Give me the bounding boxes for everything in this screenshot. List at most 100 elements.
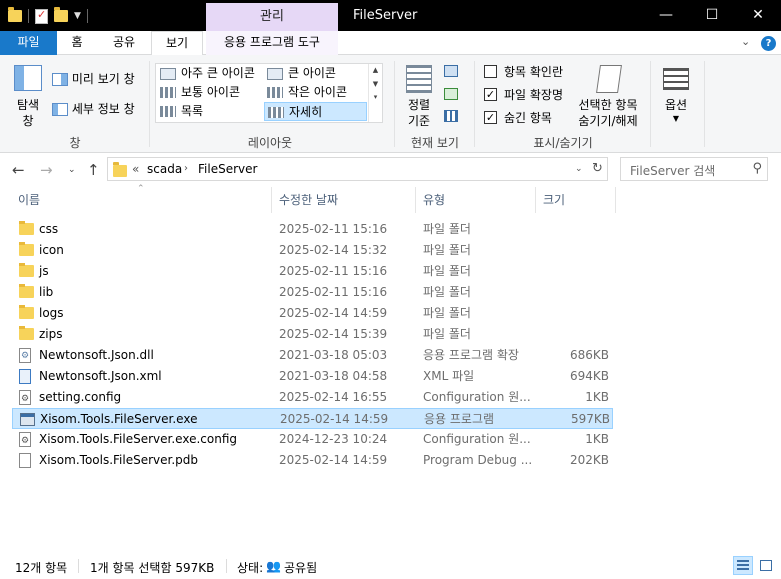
column-header-name[interactable]: 이름: [12, 187, 271, 213]
group-label-panes: 창: [69, 136, 81, 150]
ribbon-tabs: 파일 홈 공유 보기 응용 프로그램 도구 ⌄ ?: [0, 31, 781, 56]
file-row[interactable]: setting.config2025-02-14 16:55Configurat…: [12, 387, 613, 410]
maximize-button[interactable]: ☐: [689, 0, 735, 31]
breadcrumb-separator-icon[interactable]: ›: [184, 163, 188, 174]
gallery-more-icon[interactable]: ▾: [369, 93, 382, 101]
sort-by-button[interactable]: 정렬 기준: [399, 97, 439, 129]
exe-file-icon: [20, 413, 35, 426]
config-file-icon: [19, 389, 31, 410]
new-folder-icon[interactable]: [54, 7, 68, 22]
details-pane-icon: [52, 103, 68, 116]
layout-details[interactable]: 자세히: [264, 102, 367, 121]
folder-icon: [19, 305, 34, 319]
help-icon[interactable]: ?: [761, 36, 776, 51]
file-row[interactable]: Xisom.Tools.FileServer.pdb 2025-02-14 14:…: [12, 450, 613, 471]
medium-icons-icon: [160, 87, 176, 98]
breadcrumb-fileserver[interactable]: FileServer: [198, 162, 257, 176]
large-icons-view-button[interactable]: [756, 556, 776, 575]
file-list: ⌃ 이름 수정한 날짜 유형 크기 css 2025-02-11 15:16 파일 …: [0, 184, 781, 553]
file-row[interactable]: js 2025-02-11 15:16 파일 폴더: [12, 261, 613, 282]
preview-pane-button[interactable]: 미리 보기 창: [52, 71, 135, 87]
scroll-up-icon[interactable]: ▲: [369, 66, 382, 74]
status-bar: 12개 항목 1개 항목 선택함 597KB 상태: 👥 공유됨: [0, 553, 781, 579]
quick-access-toolbar: ▼: [8, 6, 88, 26]
sort-by-icon[interactable]: [406, 65, 432, 93]
address-bar[interactable]: « scada › FileServer ⌄ ↻: [107, 157, 608, 181]
file-row[interactable]: lib 2025-02-11 15:16 파일 폴더: [12, 282, 613, 303]
file-row[interactable]: Xisom.Tools.FileServer.exe.config2024-12…: [12, 429, 613, 452]
folder-icon: [19, 242, 34, 256]
back-arrow-icon[interactable]: ←: [12, 161, 25, 179]
details-pane-button[interactable]: 세부 정보 창: [52, 101, 135, 117]
properties-icon[interactable]: [35, 8, 48, 24]
state-label: 상태:: [237, 561, 264, 575]
layout-small-icons[interactable]: 작은 아이콘: [264, 83, 368, 102]
group-label-layout: 레이아웃: [247, 136, 293, 150]
tab-home[interactable]: 홈: [57, 31, 97, 55]
large-icons-view-icon: [760, 560, 772, 571]
forward-arrow-icon[interactable]: →: [40, 161, 53, 179]
address-history-chevron-icon[interactable]: ⌄: [575, 164, 583, 174]
breadcrumb-scada[interactable]: scada: [147, 162, 182, 176]
layout-medium-icons[interactable]: 보통 아이콘: [157, 83, 263, 102]
file-extensions-label[interactable]: 파일 확장명: [504, 86, 563, 103]
context-tab-manage[interactable]: 관리: [206, 3, 338, 31]
layout-gallery-scroller[interactable]: ▲ ▼ ▾: [368, 64, 382, 122]
add-columns-icon[interactable]: [444, 88, 458, 100]
layout-large-icons[interactable]: 큰 아이콘: [264, 64, 368, 83]
xml-file-icon: [19, 369, 31, 384]
close-button[interactable]: ✕: [735, 0, 781, 31]
file-row[interactable]: icon 2025-02-14 15:32 파일 폴더: [12, 240, 613, 261]
search-box[interactable]: FileServer 검색 ⚲: [620, 157, 768, 181]
search-input[interactable]: FileServer 검색: [630, 162, 715, 179]
file-row[interactable]: css 2025-02-11 15:16 파일 폴더: [12, 219, 613, 240]
hidden-items-label[interactable]: 숨긴 항목: [504, 109, 552, 126]
group-label-current-view: 현재 보기: [411, 136, 459, 150]
ribbon: 탐색 창 미리 보기 창 세부 정보 창 창 아주 큰 아이콘 큰 아이콘 보통…: [0, 55, 781, 153]
file-row[interactable]: Newtonsoft.Json.xml 2021-03-18 04:58 XML 파…: [12, 366, 613, 387]
state-value: 공유됨: [284, 561, 318, 575]
tab-share[interactable]: 공유: [100, 31, 148, 55]
layout-gallery: 아주 큰 아이콘 큰 아이콘 보통 아이콘 작은 아이콘 목록 자세히 ▲ ▼ …: [155, 63, 383, 123]
list-icon: [160, 106, 176, 117]
item-count: 12개 항목: [15, 561, 68, 575]
address-folder-icon: [113, 162, 127, 177]
breadcrumb-overflow[interactable]: «: [132, 162, 139, 176]
column-header-date[interactable]: 수정한 날짜: [273, 187, 415, 213]
hide-selected-items-button[interactable]: 선택한 항목 숨기기/해제: [574, 97, 642, 129]
hide-selected-icon[interactable]: [596, 65, 622, 93]
file-row[interactable]: Newtonsoft.Json.dll2021-03-18 05:03응용 프로…: [12, 345, 613, 367]
scroll-down-icon[interactable]: ▼: [369, 80, 382, 88]
column-header-size[interactable]: 크기: [537, 187, 615, 213]
file-row[interactable]: zips 2025-02-14 15:39 파일 폴더: [12, 324, 613, 345]
options-dropdown-icon[interactable]: ▼: [658, 111, 694, 127]
tab-application-tools[interactable]: 응용 프로그램 도구: [206, 31, 338, 55]
tab-view[interactable]: 보기: [151, 31, 203, 56]
hidden-items-checkbox[interactable]: ✓: [484, 111, 497, 124]
options-icon[interactable]: [663, 68, 689, 90]
expand-ribbon-chevron-icon[interactable]: ⌄: [741, 35, 750, 48]
column-header-type[interactable]: 유형: [417, 187, 535, 213]
file-row-selected[interactable]: Xisom.Tools.FileServer.exe 2025-02-14 14:…: [12, 408, 613, 429]
size-columns-icon[interactable]: [444, 110, 458, 122]
group-by-icon[interactable]: [444, 65, 458, 77]
layout-extra-large-icons[interactable]: 아주 큰 아이콘: [157, 64, 263, 83]
folder-icon: [19, 263, 34, 277]
recent-locations-chevron-icon[interactable]: ⌄: [68, 165, 76, 175]
details-view-button[interactable]: [733, 556, 753, 575]
item-checkboxes-checkbox[interactable]: [484, 65, 497, 78]
refresh-icon[interactable]: ↻: [592, 161, 603, 176]
extra-large-icons-icon: [160, 68, 176, 80]
navigation-pane-button[interactable]: 탐색 창: [10, 97, 46, 129]
minimize-button[interactable]: —: [643, 0, 689, 31]
navigation-pane-icon[interactable]: [14, 65, 42, 91]
item-checkboxes-label[interactable]: 항목 확인란: [504, 63, 563, 80]
file-extensions-checkbox[interactable]: ✓: [484, 88, 497, 101]
layout-list[interactable]: 목록: [157, 102, 263, 121]
search-icon[interactable]: ⚲: [752, 161, 762, 176]
tab-file[interactable]: 파일: [0, 31, 57, 55]
customize-toolbar-chevron-icon[interactable]: ▼: [74, 11, 81, 21]
up-arrow-icon[interactable]: ↑: [87, 161, 100, 179]
details-view-icon: [737, 560, 749, 571]
file-row[interactable]: logs 2025-02-14 14:59 파일 폴더: [12, 303, 613, 324]
